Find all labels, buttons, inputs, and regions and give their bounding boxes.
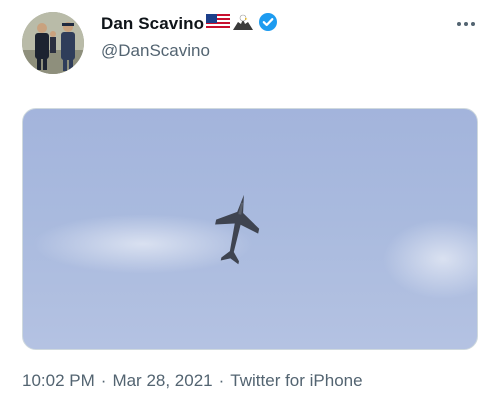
- more-options-icon[interactable]: [454, 16, 478, 32]
- avatar[interactable]: [22, 12, 84, 74]
- tweet-date[interactable]: Mar 28, 2021: [112, 371, 212, 390]
- tweet-time[interactable]: 10:02 PM: [22, 371, 95, 390]
- tweet-author[interactable]: Dan Scavino @DanScavino: [101, 12, 278, 61]
- verified-badge-icon: [258, 12, 278, 37]
- eagle-icon: [232, 13, 254, 36]
- user-handle[interactable]: @DanScavino: [101, 41, 278, 61]
- tweet-source[interactable]: Twitter for iPhone: [230, 371, 362, 390]
- tweet-media-image[interactable]: [22, 108, 478, 350]
- meta-separator: ·: [100, 371, 107, 390]
- tweet[interactable]: Dan Scavino @DanScavino 10:02 PM · Mar 2…: [0, 0, 500, 401]
- flag-us-icon: [206, 13, 231, 35]
- meta-separator-2: ·: [218, 371, 225, 390]
- tweet-metadata: 10:02 PM · Mar 28, 2021 · Twitter for iPhone: [22, 371, 363, 391]
- display-name[interactable]: Dan Scavino: [101, 14, 204, 34]
